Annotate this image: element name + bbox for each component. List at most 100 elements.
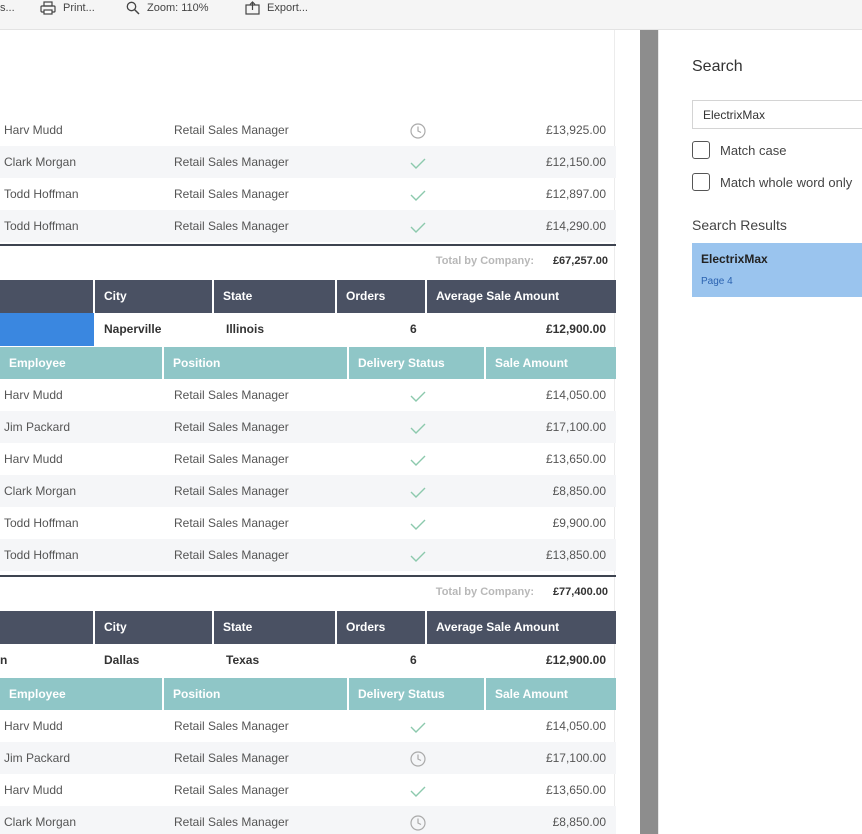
search-panel: Search Match case Match whole word only … — [658, 30, 862, 834]
position-cell: Retail Sales Manager — [174, 452, 289, 466]
amount-cell: £12,897.00 — [545, 187, 606, 201]
amount-cell: £14,050.00 — [545, 388, 606, 402]
printer-icon — [40, 1, 56, 15]
employee-cell: Todd Hoffman — [4, 548, 79, 562]
checkmark-icon — [409, 515, 427, 531]
clock-icon — [409, 750, 427, 767]
position-cell: Retail Sales Manager — [174, 516, 289, 530]
checkmark-icon — [409, 419, 427, 435]
orders-value: 6 — [410, 322, 417, 336]
amount-cell: £13,650.00 — [545, 783, 606, 797]
employee-cell: Clark Morgan — [4, 484, 77, 498]
employee-cell: Harv Mudd — [4, 123, 63, 137]
print-button[interactable]: Print... — [40, 0, 95, 16]
checkbox-icon[interactable] — [692, 173, 710, 191]
clock-icon — [409, 122, 427, 139]
avg-sale-header: Average Sale Amount — [427, 280, 616, 313]
checkmark-icon — [409, 782, 427, 798]
match-case-checkbox[interactable]: Match case — [692, 140, 786, 160]
table-row: Jim Packard Retail Sales Manager £17,100… — [0, 742, 616, 774]
amount-cell: £8,850.00 — [552, 484, 606, 498]
sale-amount-header: Sale Amount — [486, 347, 616, 379]
search-result-item[interactable]: ElectrixMax Page 4 — [692, 243, 862, 297]
amount-cell: £13,650.00 — [545, 452, 606, 466]
company-name-header — [0, 280, 93, 313]
toolbar: s... Print... Zoom: 110% Export... — [0, 0, 862, 30]
table-row: Harv Mudd Retail Sales Manager £13,650.0… — [0, 774, 616, 806]
checkmark-icon — [409, 154, 427, 170]
company-row: Naperville Illinois 6 £12,900.00 — [0, 313, 616, 346]
position-cell: Retail Sales Manager — [174, 155, 289, 169]
table-row: Clark Morgan Retail Sales Manager £8,850… — [0, 806, 616, 834]
employee-header: Employee — [0, 347, 162, 379]
city-value: Naperville — [104, 322, 162, 336]
selected-company-cell[interactable] — [0, 313, 94, 346]
state-value: Illinois — [226, 322, 265, 336]
match-whole-word-label: Match whole word only — [720, 174, 853, 190]
amount-cell: £13,850.00 — [545, 548, 606, 562]
checkmark-icon — [409, 483, 427, 499]
detail-header: Employee Position Delivery Status Sale A… — [0, 678, 616, 710]
employee-cell: Harv Mudd — [4, 388, 63, 402]
export-label: Export... — [267, 2, 308, 14]
position-cell: Retail Sales Manager — [174, 420, 289, 434]
amount-cell: £9,900.00 — [552, 516, 606, 530]
position-cell: Retail Sales Manager — [174, 388, 289, 402]
match-whole-word-checkbox[interactable]: Match whole word only — [692, 172, 852, 192]
zoom-button[interactable]: Zoom: 110% — [126, 0, 209, 16]
search-input[interactable] — [692, 100, 862, 129]
employee-cell: Harv Mudd — [4, 719, 63, 733]
print-label: Print... — [63, 2, 95, 14]
amount-cell: £12,150.00 — [545, 155, 606, 169]
position-cell: Retail Sales Manager — [174, 751, 289, 765]
panel-splitter[interactable] — [640, 30, 658, 834]
save-label: s... — [0, 2, 15, 14]
checkmark-icon — [409, 186, 427, 202]
table-row: Jim Packard Retail Sales Manager £17,100… — [0, 411, 616, 443]
search-results-title: Search Results — [692, 217, 787, 233]
table-row: Todd Hoffman Retail Sales Manager £9,900… — [0, 507, 616, 539]
city-value: Dallas — [104, 653, 140, 667]
employee-cell: Clark Morgan — [4, 155, 77, 169]
checkmark-icon — [409, 547, 427, 563]
amount-cell: £17,100.00 — [545, 751, 606, 765]
amount-cell: £14,290.00 — [545, 219, 606, 233]
position-cell: Retail Sales Manager — [174, 783, 289, 797]
checkbox-icon[interactable] — [692, 141, 710, 159]
company-header: City State Orders Average Sale Amount — [0, 280, 616, 313]
orders-header: Orders — [337, 611, 425, 644]
detail-header: Employee Position Delivery Status Sale A… — [0, 347, 616, 379]
table-row: Harv Mudd Retail Sales Manager £14,050.0… — [0, 710, 616, 742]
checkmark-icon — [409, 218, 427, 234]
table-row: Harv Mudd Retail Sales Manager £13,925.0… — [0, 114, 616, 146]
checkmark-icon — [409, 718, 427, 734]
search-panel-title: Search — [692, 58, 743, 75]
position-header: Position — [164, 347, 347, 379]
save-button[interactable]: s... — [0, 0, 15, 16]
amount-cell: £8,850.00 — [552, 815, 606, 829]
checkmark-icon — [409, 387, 427, 403]
employee-cell: Clark Morgan — [4, 815, 77, 829]
report-document: Harv Mudd Retail Sales Manager £13,925.0… — [0, 30, 640, 834]
employee-cell: Harv Mudd — [4, 783, 63, 797]
table-row: Harv Mudd Retail Sales Manager £14,050.0… — [0, 379, 616, 411]
employee-cell: Jim Packard — [4, 751, 71, 765]
total-label: Total by Company: — [435, 586, 534, 598]
state-header: State — [214, 611, 335, 644]
company-total: Total by Company: £77,400.00 — [0, 575, 616, 605]
position-cell: Retail Sales Manager — [174, 719, 289, 733]
state-value: Texas — [226, 653, 260, 667]
employee-cell: Todd Hoffman — [4, 516, 79, 530]
employee-header: Employee — [0, 678, 162, 710]
orders-header: Orders — [337, 280, 425, 313]
table-row: Harv Mudd Retail Sales Manager £13,650.0… — [0, 443, 616, 475]
amount-cell: £17,100.00 — [545, 420, 606, 434]
company-name-header — [0, 611, 93, 644]
total-label: Total by Company: — [435, 255, 534, 267]
avg-sale-header: Average Sale Amount — [427, 611, 616, 644]
position-cell: Retail Sales Manager — [174, 187, 289, 201]
avg-sale-value: £12,900.00 — [545, 322, 606, 336]
position-cell: Retail Sales Manager — [174, 815, 289, 829]
state-header: State — [214, 280, 335, 313]
export-button[interactable]: Export... — [245, 0, 308, 16]
